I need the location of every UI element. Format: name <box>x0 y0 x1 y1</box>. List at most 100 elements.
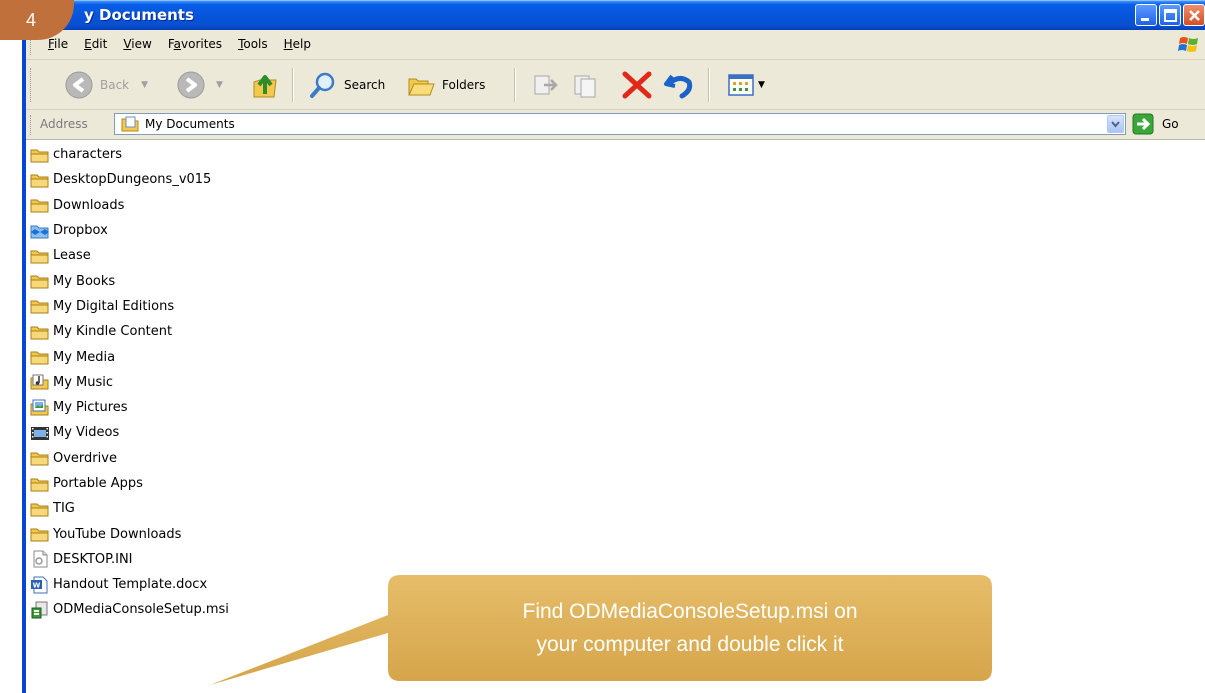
callout-line-1: Find ODMediaConsoleSetup.msi on <box>522 600 858 623</box>
up-folder-button[interactable] <box>250 68 280 102</box>
back-button[interactable]: Back ▼ <box>64 68 148 102</box>
file-list-item[interactable]: Overdrive <box>30 446 1205 471</box>
delete-button[interactable] <box>620 68 654 102</box>
go-arrow-icon <box>1132 113 1154 135</box>
file-name: Lease <box>53 248 91 264</box>
back-arrow-icon <box>65 71 93 99</box>
file-name: characters <box>53 147 123 163</box>
address-dropdown-button[interactable] <box>1107 115 1124 133</box>
search-label: Search <box>344 78 386 92</box>
file-name: My Kindle Content <box>53 324 173 340</box>
file-name: Handout Template.docx <box>53 577 208 593</box>
file-name: My Pictures <box>53 400 128 416</box>
toolbar-separator <box>708 68 710 102</box>
file-list-item[interactable]: Dropbox <box>30 218 1205 243</box>
folder-icon <box>30 500 50 518</box>
folder-icon <box>30 475 50 493</box>
file-list-item[interactable]: YouTube Downloads <box>30 521 1205 546</box>
file-name: TIG <box>53 501 75 517</box>
address-grip[interactable] <box>30 115 34 135</box>
file-name: My Books <box>53 273 116 289</box>
file-name: My Videos <box>53 425 120 441</box>
title-bar[interactable]: y Documents <box>26 0 1205 30</box>
undo-button[interactable] <box>662 68 696 102</box>
copy-to-button[interactable] <box>572 68 602 102</box>
toolbar-grip[interactable] <box>30 68 34 102</box>
file-name: Portable Apps <box>53 476 143 491</box>
file-list-item[interactable]: Lease <box>30 243 1205 268</box>
file-list-item[interactable]: My Pictures <box>30 395 1205 420</box>
standard-toolbar: Back ▼ ▼ Search Folders ▼ <box>26 60 1205 110</box>
folder-icon <box>30 348 50 366</box>
file-name: DESKTOP.INI <box>53 551 133 567</box>
file-list-item[interactable]: DESKTOP.INI <box>30 547 1205 572</box>
callout-text: Find ODMediaConsoleSetup.msi on your com… <box>388 575 992 681</box>
menu-favorites[interactable]: Favorites <box>160 37 230 51</box>
file-list-item[interactable]: My Books <box>30 268 1205 293</box>
file-list-item[interactable]: My Music <box>30 370 1205 395</box>
back-label: Back <box>100 78 130 92</box>
file-list-item[interactable]: Downloads <box>30 193 1205 218</box>
file-list-item[interactable]: characters <box>30 142 1205 167</box>
minimize-button[interactable] <box>1135 4 1157 26</box>
folder-icon <box>30 297 50 315</box>
videos-folder-icon <box>30 424 50 442</box>
go-button[interactable]: Go <box>1132 113 1179 135</box>
toolbar-separator <box>514 68 516 102</box>
address-value: My Documents <box>145 117 235 131</box>
views-icon <box>728 74 754 96</box>
file-name: Overdrive <box>53 450 117 466</box>
move-to-button[interactable] <box>530 68 560 102</box>
forward-arrow-icon <box>177 71 205 99</box>
chevron-down-icon <box>1111 121 1120 128</box>
file-list-item[interactable]: My Digital Editions <box>30 294 1205 319</box>
folder-icon <box>30 272 50 290</box>
music-folder-icon <box>30 373 50 391</box>
folder-icon <box>30 146 50 164</box>
forward-button[interactable]: ▼ <box>176 68 223 102</box>
search-button[interactable]: Search <box>308 68 385 102</box>
folder-icon <box>30 171 50 189</box>
file-name: DesktopDungeons_v015 <box>53 172 212 188</box>
maximize-button[interactable] <box>1159 4 1181 26</box>
pictures-folder-icon <box>30 399 50 417</box>
file-list-item[interactable]: My Videos <box>30 420 1205 445</box>
folders-button[interactable]: Folders <box>406 68 485 102</box>
undo-icon <box>664 74 693 99</box>
file-list-item[interactable]: My Media <box>30 344 1205 369</box>
copy-to-icon <box>574 75 596 98</box>
callout-line-2: your computer and double click it <box>536 633 844 656</box>
file-list-item[interactable]: My Kindle Content <box>30 319 1205 344</box>
folders-icon <box>408 78 435 96</box>
dropbox-folder-icon <box>30 222 50 240</box>
my-documents-icon <box>121 116 139 132</box>
menu-tools[interactable]: Tools <box>230 37 276 51</box>
file-list-item[interactable]: Portable Apps <box>30 471 1205 496</box>
file-name: YouTube Downloads <box>53 526 182 542</box>
file-list-item[interactable]: DesktopDungeons_v015 <box>30 167 1205 192</box>
delete-icon <box>622 71 652 99</box>
menu-view[interactable]: View <box>115 37 159 51</box>
menu-help[interactable]: Help <box>276 37 319 51</box>
toolbar-separator <box>292 68 294 102</box>
close-button[interactable] <box>1183 4 1205 26</box>
folders-label: Folders <box>442 78 486 92</box>
folder-icon <box>30 323 50 341</box>
minimize-icon <box>1141 18 1149 21</box>
close-icon <box>1189 10 1200 21</box>
file-list-item[interactable]: TIG <box>30 496 1205 521</box>
menu-edit[interactable]: Edit <box>76 37 115 51</box>
views-button[interactable]: ▼ <box>726 68 765 102</box>
folder-icon <box>30 247 50 265</box>
file-name: My Music <box>53 374 114 390</box>
svg-text:W: W <box>33 581 41 589</box>
forward-dropdown-icon[interactable]: ▼ <box>216 80 223 90</box>
folder-icon <box>30 196 50 214</box>
window-controls <box>1135 4 1205 26</box>
address-input[interactable]: My Documents <box>114 113 1126 135</box>
menu-bar: File Edit View Favorites Tools Help <box>26 30 1205 60</box>
views-dropdown-icon[interactable]: ▼ <box>758 80 765 90</box>
search-icon <box>310 72 335 98</box>
back-dropdown-icon[interactable]: ▼ <box>141 80 148 90</box>
word-document-icon: W <box>30 576 50 594</box>
